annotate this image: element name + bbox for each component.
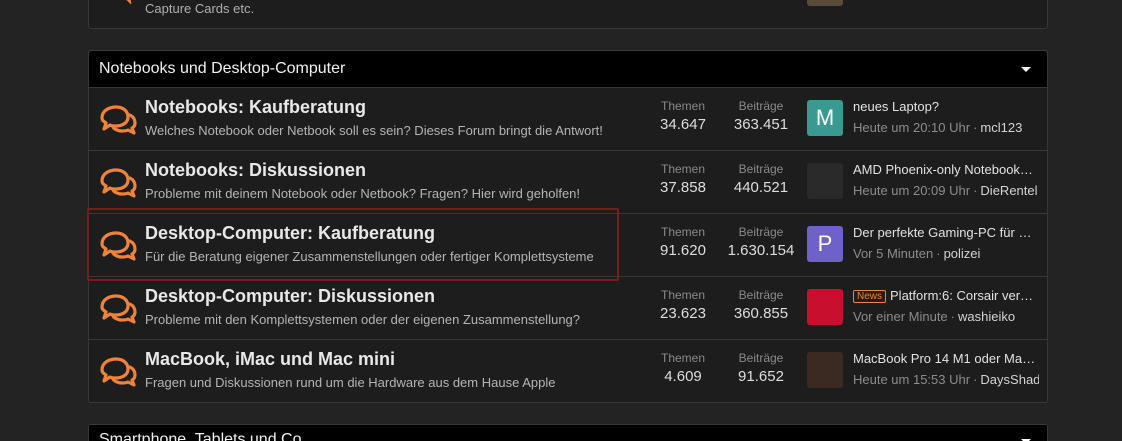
avatar[interactable]: M [807, 100, 843, 136]
themes-count: 23.623 [660, 305, 706, 322]
category-header[interactable]: Notebooks und Desktop-Computer [89, 51, 1047, 88]
forum-chat-icon [100, 168, 137, 198]
themes-count: 91.620 [660, 242, 706, 259]
forum-node: Desktop-Computer: Diskussionen Probleme … [89, 277, 1047, 340]
themes-stat: Themen 4.609 [649, 351, 717, 385]
themes-count: 4.609 [664, 368, 702, 385]
next-category-block: Smartphone, Tablets und Co. [88, 424, 1048, 441]
category-title[interactable]: Notebooks und Desktop-Computer [99, 60, 345, 78]
last-post-title[interactable]: AMD Phoenix-only Notebook… [853, 162, 1039, 177]
last-post-title[interactable]: Platform:6: Corsair ver… [890, 288, 1033, 303]
last-post-user[interactable]: polizei [944, 246, 981, 261]
forum-chat-icon [126, 0, 132, 4]
posts-label: Beiträge [738, 351, 784, 365]
posts-stat: Beiträge 360.855 [721, 288, 801, 322]
node-description: Probleme mit den Komplettsystemen oder d… [145, 312, 581, 327]
posts-count: 440.521 [733, 179, 789, 196]
avatar[interactable] [807, 289, 843, 325]
last-post-time[interactable]: Vor einer Minute [853, 309, 948, 324]
themes-label: Themen [660, 288, 706, 302]
posts-count: 91.652 [738, 368, 784, 385]
node-description: Probleme mit deinem Notebook oder Netboo… [145, 186, 581, 201]
themes-label: Themen [660, 162, 706, 176]
themes-count: 34.647 [660, 116, 706, 133]
node-description: Capture Cards etc. [145, 1, 255, 16]
forum-chat-icon [100, 294, 137, 324]
last-post-meta: Heute um 20:10 Uhr · mcl123 [853, 120, 1023, 135]
themes-stat: Themen 23.623 [649, 288, 717, 322]
posts-label: Beiträge [738, 288, 784, 302]
posts-count: 363.451 [733, 116, 789, 133]
posts-label: Beiträge [738, 162, 784, 176]
posts-count: 1.630.154 [727, 242, 795, 259]
node-title[interactable]: Notebooks: Diskussionen [145, 160, 366, 181]
selection-highlight [87, 208, 619, 281]
avatar[interactable] [807, 352, 843, 388]
forum-node: MacBook, iMac und Mac mini Fragen und Di… [89, 340, 1047, 403]
forum-node: Notebooks: Diskussionen Probleme mit dei… [89, 151, 1047, 214]
last-post-time[interactable]: Heute um 15:53 Uhr [853, 372, 970, 387]
themes-label: Themen [660, 225, 706, 239]
posts-stat: Beiträge 91.652 [721, 351, 801, 385]
last-post-title[interactable]: MacBook Pro 14 M1 oder Ma… [853, 351, 1039, 366]
themes-count: 37.858 [660, 179, 706, 196]
last-post-user[interactable]: washieiko [958, 309, 1015, 324]
themes-label: Themen [660, 99, 706, 113]
forum-chat-icon [100, 357, 137, 387]
forum-chat-icon [100, 105, 137, 135]
last-post-title[interactable]: Der perfekte Gaming-PC für … [853, 225, 1039, 240]
avatar[interactable] [807, 163, 843, 199]
themes-stat: Themen 37.858 [649, 162, 717, 196]
last-post-title-wrap[interactable]: News Platform:6: Corsair ver… [853, 288, 1039, 303]
last-post-user[interactable]: mcl123 [980, 120, 1022, 135]
last-post-user[interactable]: DaysShad [980, 372, 1039, 387]
node-description: Fragen und Diskussionen rund um die Hard… [145, 375, 556, 390]
collapse-icon[interactable] [1021, 67, 1031, 72]
posts-count: 360.855 [733, 305, 789, 322]
last-post-title[interactable]: neues Laptop? [853, 99, 1039, 114]
avatar[interactable]: P [807, 226, 843, 262]
themes-label: Themen [660, 351, 706, 365]
last-post-time[interactable]: Heute um 20:09 Uhr [853, 183, 970, 198]
posts-stat: Beiträge 440.521 [721, 162, 801, 196]
last-post-meta: Heute um 15:53 Uhr · DaysShad [853, 372, 1039, 387]
last-post-meta: Heute um 20:09 Uhr · DieRentel [853, 183, 1038, 198]
last-post-time[interactable]: Vor 5 Minuten [853, 246, 933, 261]
category-title[interactable]: Smartphone, Tablets und Co. [99, 431, 306, 441]
last-post-time[interactable]: Heute um 20:10 Uhr [853, 120, 970, 135]
themes-stat: Themen 34.647 [649, 99, 717, 133]
posts-label: Beiträge [738, 99, 784, 113]
forum-node: Notebooks: Kaufberatung Welches Notebook… [89, 88, 1047, 151]
last-post-meta: Vor 5 Minuten · polizei [853, 246, 981, 261]
node-description: Welches Notebook oder Netbook soll es se… [145, 123, 603, 138]
news-badge: News [853, 290, 887, 303]
avatar[interactable] [807, 0, 843, 6]
node-title[interactable]: Notebooks: Kaufberatung [145, 97, 366, 118]
posts-stat: Beiträge 1.630.154 [721, 225, 801, 259]
posts-stat: Beiträge 363.451 [721, 99, 801, 133]
previous-category-block: Capture Cards etc. [88, 0, 1048, 29]
themes-stat: Themen 91.620 [649, 225, 717, 259]
node-title[interactable]: MacBook, iMac und Mac mini [145, 349, 395, 370]
last-post-user[interactable]: DieRentel [980, 183, 1037, 198]
last-post-meta: Vor einer Minute · washieiko [853, 309, 1016, 324]
posts-label: Beiträge [738, 225, 784, 239]
node-title[interactable]: Desktop-Computer: Diskussionen [145, 286, 435, 307]
